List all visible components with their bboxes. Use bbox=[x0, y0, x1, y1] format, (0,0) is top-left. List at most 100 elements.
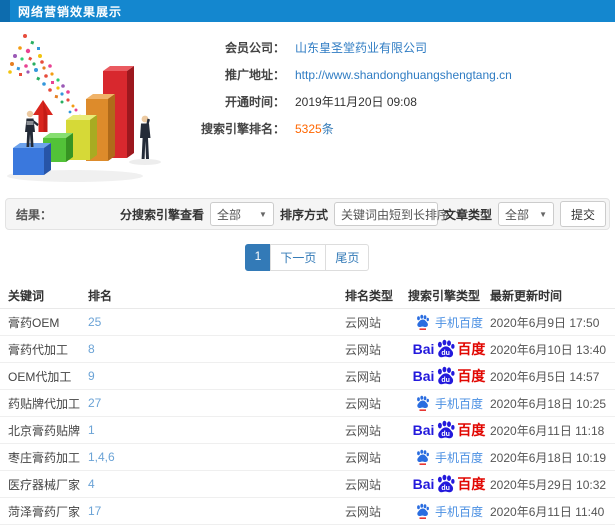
rank-type-cell: 云网站 bbox=[345, 423, 382, 438]
table-body: 膏药OEM 25 云网站 手机百度 2020年6月9日 17:50 膏药代加工 … bbox=[0, 309, 615, 525]
bar-blue bbox=[13, 143, 51, 175]
header-bar: 网络营销效果展示 bbox=[0, 0, 615, 22]
header-rank: 排名 bbox=[88, 288, 113, 303]
keyword-cell: 北京膏药贴牌 bbox=[8, 423, 81, 438]
table-row: 药贴牌代加工 27 云网站 手机百度 2020年6月18日 10:25 bbox=[0, 390, 615, 417]
mobile-baidu-label: 手机百度 bbox=[434, 315, 483, 330]
result-label: 结果： bbox=[16, 207, 53, 222]
rank-link[interactable]: 8 bbox=[88, 342, 345, 356]
company-link[interactable]: 山东皇圣堂药业有限公司 bbox=[295, 39, 427, 56]
svg-text:du: du bbox=[442, 377, 451, 384]
submit-button[interactable]: 提交 bbox=[559, 201, 606, 227]
next-page-button[interactable]: 下一页 bbox=[270, 244, 327, 271]
info-section: 会员公司： 山东皇圣堂药业有限公司 推广地址： http://www.shand… bbox=[0, 22, 615, 190]
baidu-logo: Bai du 百度 bbox=[412, 339, 486, 360]
baidu-logo-cn: 百度 bbox=[457, 368, 486, 384]
promo-url-label: 推广地址： bbox=[224, 68, 285, 82]
rank-type-cell: 云网站 bbox=[345, 369, 382, 384]
info-row-rank-count: 搜索引擎排名： 5325 条 bbox=[185, 115, 512, 142]
table-header-row: 关键词 排名 排名类型 搜索引擎类型 最新更新时间 bbox=[0, 282, 615, 309]
keyword-cell: 药贴牌代加工 bbox=[8, 396, 81, 411]
baidu-logo-bai: Bai bbox=[412, 476, 435, 492]
engine-cell: 手机百度 bbox=[408, 314, 490, 331]
updated-time-cell: 2020年5月29日 10:32 bbox=[490, 477, 607, 492]
baidu-logo: Bai du 百度 bbox=[413, 420, 485, 441]
updated-time-cell: 2020年6月9日 17:50 bbox=[490, 315, 600, 330]
header-rank-type: 排名类型 bbox=[345, 288, 394, 303]
rank-link[interactable]: 17 bbox=[88, 504, 345, 518]
baidu-paw-icon: du bbox=[438, 474, 455, 492]
table-row: OEM代加工 9 云网站 Bai du 百度 2020年6月5日 14:57 bbox=[0, 363, 615, 390]
article-type-select-value: 全部 bbox=[504, 207, 529, 222]
rank-link[interactable]: 1,4,6 bbox=[88, 450, 345, 464]
rank-type-cell: 云网站 bbox=[345, 396, 382, 411]
engine-cell: 手机百度 bbox=[408, 449, 490, 466]
svg-text:du: du bbox=[442, 350, 451, 357]
keyword-cell: 菏泽膏药厂家 bbox=[8, 504, 81, 519]
sort-select-value: 关键词由短到长排序 bbox=[340, 207, 449, 222]
up-arrow-icon bbox=[33, 100, 53, 132]
baidu-logo-bai: Bai bbox=[412, 368, 435, 384]
last-page-button[interactable]: 尾页 bbox=[325, 244, 370, 271]
table-row: 医疗器械厂家 4 云网站 Bai du 百度 2020年5月29日 10:32 bbox=[0, 471, 615, 498]
mobile-baidu-label: 手机百度 bbox=[434, 396, 483, 411]
engine-cell: Bai du 百度 bbox=[408, 339, 490, 360]
mobile-baidu-logo: 手机百度 bbox=[415, 503, 483, 520]
rank-type-cell: 云网站 bbox=[345, 504, 382, 519]
baidu-logo-cn: 百度 bbox=[457, 476, 486, 492]
rank-link[interactable]: 1 bbox=[88, 423, 345, 437]
updated-time-cell: 2020年6月11日 11:40 bbox=[490, 504, 605, 519]
growth-chart-image bbox=[0, 26, 185, 188]
article-type-label: 文章类型 bbox=[443, 207, 492, 222]
engine-cell: Bai du 百度 bbox=[408, 474, 490, 495]
rank-link[interactable]: 9 bbox=[88, 369, 345, 383]
rank-type-cell: 云网站 bbox=[345, 477, 382, 492]
rank-link[interactable]: 4 bbox=[88, 477, 345, 491]
engine-filter-label: 分搜索引擎查看 bbox=[119, 207, 204, 222]
rank-link[interactable]: 25 bbox=[88, 315, 345, 329]
baidu-logo: Bai du 百度 bbox=[412, 366, 486, 387]
header-updated: 最新更新时间 bbox=[490, 288, 563, 303]
engine-cell: 手机百度 bbox=[408, 503, 490, 520]
header-keyword: 关键词 bbox=[8, 288, 45, 303]
rank-count-value: 5325 bbox=[295, 121, 322, 136]
updated-time-cell: 2020年6月10日 13:40 bbox=[490, 342, 607, 357]
chevron-down-icon: ▼ bbox=[259, 209, 267, 219]
engine-select[interactable]: 全部 ▼ bbox=[209, 202, 274, 226]
sort-select[interactable]: 关键词由短到长排序 ▼ bbox=[333, 202, 463, 226]
engine-cell: 手机百度 bbox=[408, 395, 490, 412]
bar-chart-illustration bbox=[7, 34, 161, 182]
updated-time-cell: 2020年6月18日 10:25 bbox=[490, 396, 607, 411]
keyword-cell: 膏药代加工 bbox=[8, 342, 69, 357]
info-row-url: 推广地址： http://www.shandonghuangshengtang.… bbox=[185, 61, 512, 88]
baidu-logo-bai: Bai bbox=[412, 341, 435, 357]
baidu-paw-icon: du bbox=[438, 339, 455, 357]
engine-cell: Bai du 百度 bbox=[408, 366, 490, 387]
baidu-paw-icon bbox=[417, 503, 429, 519]
table-row: 膏药代加工 8 云网站 Bai du 百度 2020年6月10日 13:40 bbox=[0, 336, 615, 363]
keyword-cell: 膏药OEM bbox=[8, 315, 60, 330]
rank-type-cell: 云网站 bbox=[345, 315, 382, 330]
header-engine-type: 搜索引擎类型 bbox=[408, 288, 481, 303]
member-info-panel: 会员公司： 山东皇圣堂药业有限公司 推广地址： http://www.shand… bbox=[185, 22, 512, 190]
businessman-left bbox=[25, 110, 39, 147]
promo-url-link[interactable]: http://www.shandonghuangshengtang.cn bbox=[295, 68, 512, 82]
keyword-cell: OEM代加工 bbox=[8, 369, 72, 384]
baidu-paw-icon bbox=[417, 395, 429, 411]
mobile-baidu-logo: 手机百度 bbox=[415, 314, 483, 331]
info-row-open-time: 开通时间： 2019年11月20日 09:08 bbox=[185, 88, 512, 115]
company-label: 会员公司： bbox=[224, 41, 285, 55]
baidu-logo-cn: 百度 bbox=[457, 341, 486, 357]
filter-controls: 分搜索引擎查看 全部 ▼ 排序方式 关键词由短到长排序 ▼ 文章类型 全部 ▼ … bbox=[120, 201, 606, 227]
article-type-select[interactable]: 全部 ▼ bbox=[497, 202, 554, 226]
page-title: 网络营销效果展示 bbox=[18, 4, 123, 19]
sort-filter-label: 排序方式 bbox=[279, 207, 328, 222]
mobile-baidu-label: 手机百度 bbox=[434, 504, 483, 519]
rank-count-label: 搜索引擎排名： bbox=[200, 122, 285, 136]
page-1-button[interactable]: 1 bbox=[244, 244, 272, 271]
baidu-paw-icon bbox=[417, 449, 429, 465]
pagination: 1 下一页 尾页 bbox=[0, 244, 615, 271]
mobile-baidu-logo: 手机百度 bbox=[415, 395, 483, 412]
rank-link[interactable]: 27 bbox=[88, 396, 345, 410]
updated-time-cell: 2020年6月11日 11:18 bbox=[490, 423, 605, 438]
